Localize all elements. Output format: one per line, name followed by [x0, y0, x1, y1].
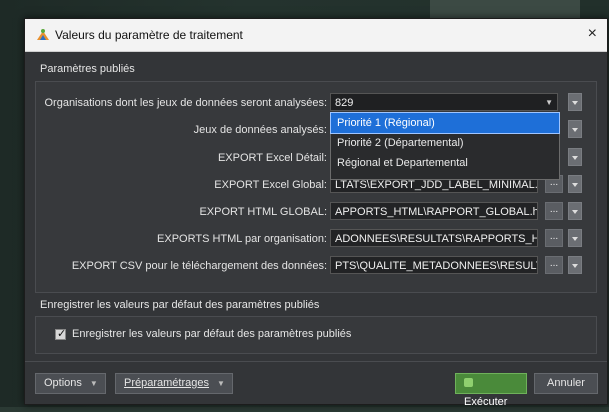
html-organisation-field[interactable]: ADONNEES\RESULTATS\RAPPORTS_HTML": [330, 229, 538, 247]
csv-export-browse-button[interactable]: ...: [545, 256, 563, 274]
save-defaults-label: Enregistrer les valeurs par défaut des p…: [72, 328, 352, 340]
defaults-heading: Enregistrer les valeurs par défaut des p…: [40, 299, 320, 311]
close-icon[interactable]: ×: [588, 25, 597, 43]
organisations-combo[interactable]: 829 ▼: [330, 93, 558, 111]
dropdown-option[interactable]: Priorité 1 (Régional): [330, 112, 560, 134]
options-button-label: Options: [44, 377, 82, 389]
window-title: Valeurs du paramètre de traitement: [55, 28, 243, 42]
row-label-jeux-donnees: Jeux de données analysés:: [193, 124, 327, 136]
published-params-heading: Paramètres publiés: [40, 63, 135, 75]
save-defaults-checkbox[interactable]: [55, 327, 66, 340]
html-organisation-browse-button[interactable]: ...: [545, 229, 563, 247]
dropdown-option[interactable]: Régional et Departemental: [331, 153, 559, 173]
presets-button-label: Préparamétrages: [124, 377, 209, 389]
organisations-menu-button[interactable]: [568, 93, 582, 111]
cancel-button[interactable]: Annuler: [534, 373, 598, 394]
execute-button-label: Exécuter: [464, 396, 508, 408]
jeux-donnees-menu-button[interactable]: [568, 120, 582, 138]
chevron-down-icon: ▼: [89, 379, 98, 388]
row-label-csv-export: EXPORT CSV pour le téléchargement des do…: [71, 260, 327, 272]
row-label-html-organisation: EXPORTS HTML par organisation:: [157, 233, 327, 245]
row-label-excel-global: EXPORT Excel Global:: [214, 179, 327, 191]
background-window-strip: [430, 0, 580, 18]
run-icon: [464, 378, 473, 387]
dropdown-option[interactable]: Priorité 2 (Départemental): [331, 133, 559, 153]
chevron-down-icon[interactable]: ▼: [545, 94, 553, 110]
excel-detail-menu-button[interactable]: [568, 148, 582, 166]
presets-button[interactable]: Préparamétrages ▼: [115, 373, 233, 394]
parameter-dialog: Valeurs du paramètre de traitement × Par…: [24, 18, 608, 408]
organisations-dropdown-list: Priorité 1 (Régional) Priorité 2 (Départ…: [330, 112, 560, 180]
html-global-browse-button[interactable]: ...: [545, 202, 563, 220]
row-label-organisations: Organisations dont les jeux de données s…: [44, 97, 327, 109]
csv-export-field[interactable]: PTS\QUALITE_METADONNEES\RESULTATS": [330, 256, 538, 274]
chevron-down-icon: ▼: [217, 379, 225, 388]
title-bar: Valeurs du paramètre de traitement ×: [25, 19, 607, 52]
organisations-combo-value: 829: [335, 97, 354, 109]
html-global-field[interactable]: APPORTS_HTML\RAPPORT_GLOBAL.html": [330, 202, 538, 220]
html-organisation-menu-button[interactable]: [568, 229, 582, 247]
excel-global-menu-button[interactable]: [568, 175, 582, 193]
execute-button[interactable]: Exécuter: [455, 373, 527, 408]
app-icon: [37, 29, 49, 40]
row-label-excel-detail: EXPORT Excel Détail:: [217, 152, 327, 164]
csv-export-menu-button[interactable]: [568, 256, 582, 274]
footer-divider: [25, 361, 607, 362]
row-label-html-global: EXPORT HTML GLOBAL:: [199, 206, 327, 218]
options-button[interactable]: Options ▼: [35, 373, 106, 394]
html-global-menu-button[interactable]: [568, 202, 582, 220]
